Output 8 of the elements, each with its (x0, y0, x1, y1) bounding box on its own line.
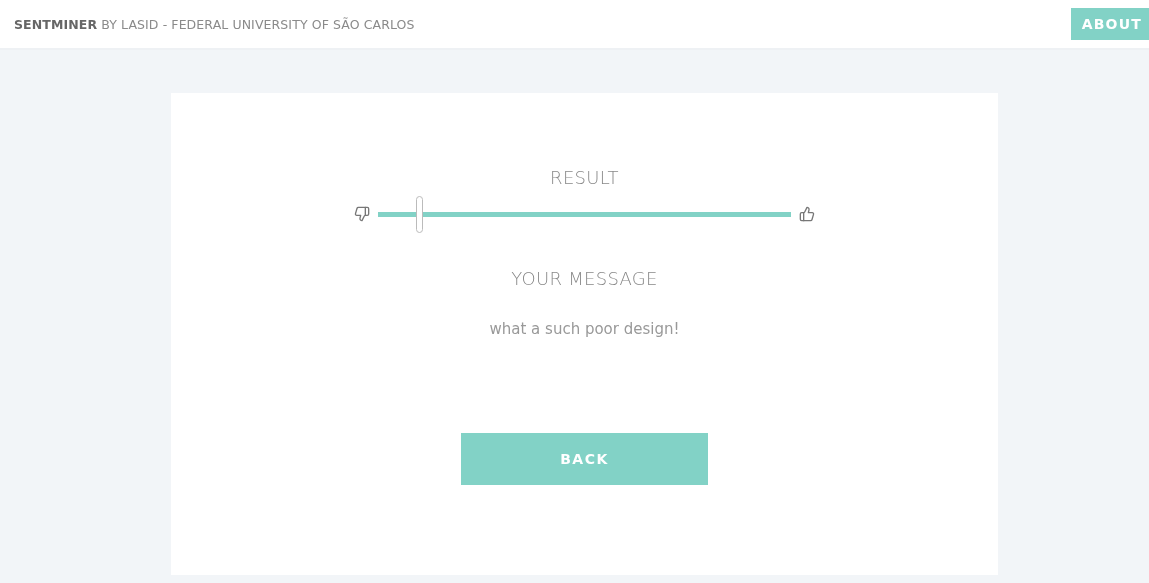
message-heading: YOUR MESSAGE (511, 268, 658, 289)
result-heading: RESULT (550, 167, 619, 188)
site-title: SENTMINER BY LASID - FEDERAL UNIVERSITY OF SÃO CARLOS (14, 16, 415, 32)
message-text: what a such poor design! (489, 320, 680, 338)
thumbs-up-icon (799, 206, 815, 222)
thumbs-down-icon (354, 206, 370, 222)
about-button[interactable]: ABOUT (1070, 8, 1149, 40)
back-button[interactable]: BACK (461, 433, 708, 485)
